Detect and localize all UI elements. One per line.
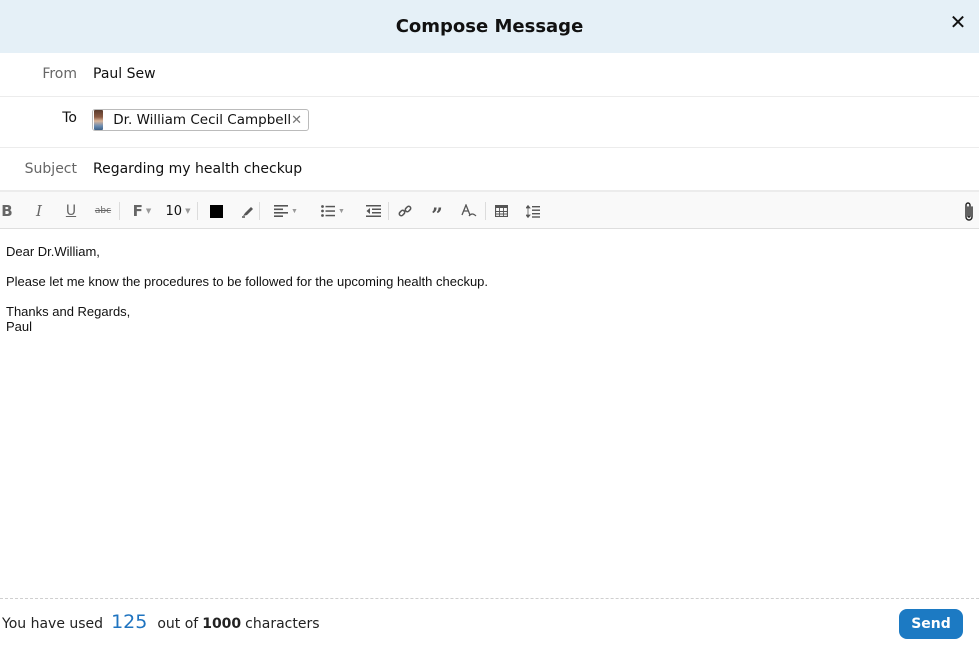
toolbar-divider [485, 202, 486, 220]
body-message: Please let me know the procedures to be … [6, 274, 489, 289]
remove-recipient-icon[interactable]: ✕ [291, 114, 302, 127]
send-button[interactable]: Send [899, 609, 963, 639]
compose-footer: You have used 125 out of 1000 characters… [0, 598, 979, 646]
subject-label: Subject [24, 161, 77, 177]
body-signature: Paul [6, 319, 33, 334]
body-greeting: Dear Dr.William, [6, 244, 100, 259]
text-color-swatch [209, 204, 223, 218]
counter-out-of: out of [157, 616, 199, 632]
clear-format-icon[interactable] [460, 201, 478, 221]
link-icon[interactable] [396, 201, 414, 221]
font-size-dropdown[interactable]: 10 ▼ [163, 201, 193, 221]
font-family-label: F [132, 202, 143, 220]
highlight-icon[interactable] [240, 201, 256, 221]
counter-prefix: You have used [2, 616, 104, 632]
from-value[interactable]: Paul Sew [93, 66, 156, 82]
body-closing: Thanks and Regards, [6, 304, 131, 319]
chevron-down-icon: ▼ [145, 207, 152, 215]
toolbar-divider [388, 202, 389, 220]
bullet-list-icon[interactable]: ▼ [316, 201, 350, 221]
recipient-name: Dr. William Cecil Campbell [113, 112, 292, 128]
chevron-down-icon: ▼ [338, 207, 345, 215]
chevron-down-icon: ▼ [185, 207, 191, 215]
line-spacing-icon[interactable] [525, 201, 541, 221]
chevron-down-icon: ▼ [291, 207, 298, 215]
bold-icon[interactable]: B [0, 201, 14, 221]
formatting-toolbar: B I U abc F ▼ 10 ▼ ▼ ▼ ” [0, 191, 979, 229]
italic-icon[interactable]: I [32, 201, 46, 221]
underline-icon[interactable]: U [63, 201, 79, 221]
font-size-value: 10 [165, 203, 183, 219]
avatar [94, 110, 104, 130]
table-icon[interactable] [493, 201, 509, 221]
counter-max-value: 1000 [202, 616, 242, 632]
compose-header: Compose Message ✕ [0, 0, 979, 53]
from-label: From [42, 66, 77, 82]
font-family-icon[interactable]: F ▼ [132, 201, 152, 221]
toolbar-divider [259, 202, 260, 220]
toolbar-divider [197, 202, 198, 220]
close-icon[interactable]: ✕ [949, 12, 967, 32]
recipient-chip[interactable]: Dr. William Cecil Campbell ✕ [92, 109, 309, 131]
strikethrough-icon[interactable]: abc [94, 201, 112, 221]
subject-row: Subject Regarding my health checkup [0, 148, 979, 191]
to-row[interactable]: To Dr. William Cecil Campbell ✕ [0, 97, 979, 148]
text-color-icon[interactable] [208, 201, 224, 221]
character-counter: You have used 125 out of 1000 characters [2, 611, 320, 633]
message-body-editor[interactable]: Dear Dr.William, Please let me know the … [0, 229, 979, 598]
toolbar-divider [119, 202, 120, 220]
counter-used-value: 125 [111, 611, 148, 633]
outdent-icon[interactable] [364, 201, 382, 221]
subject-field[interactable]: Regarding my health checkup [93, 161, 302, 177]
quote-icon[interactable]: ” [428, 201, 446, 227]
page-title: Compose Message [395, 16, 584, 37]
attachment-icon[interactable] [960, 200, 978, 224]
from-row: From Paul Sew [0, 53, 979, 97]
align-icon[interactable]: ▼ [269, 201, 303, 221]
counter-suffix: characters [245, 616, 320, 632]
to-label: To [62, 110, 77, 126]
